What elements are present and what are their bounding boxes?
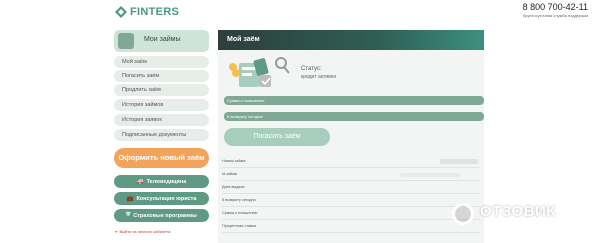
table-row: Сумма к погашению: [222, 207, 480, 220]
sidebar-item-application-history[interactable]: История заявок: [114, 114, 209, 126]
car-icon: 🚑: [136, 178, 144, 185]
sidebar-item-my-loan[interactable]: Мой заём: [114, 56, 209, 68]
shield-icon: ⛨: [126, 212, 131, 218]
telemedicine-label: Телемедицина: [146, 178, 187, 185]
logout-label: Выйти из личного кабинета: [119, 229, 171, 234]
logo-text: FINTERS: [130, 6, 180, 18]
support-phone[interactable]: 8 800 700-42-11: [523, 2, 588, 12]
loan-illustration-icon: [229, 57, 290, 87]
row-label: Дата выдачи: [222, 185, 245, 189]
lawyer-consultation-button[interactable]: 💼 Консультация юриста: [114, 192, 209, 205]
logout-link[interactable]: ⇤ Выйти из личного кабинета: [115, 229, 170, 234]
sidebar-title: Мои займы: [144, 36, 181, 43]
sidebar-item-signed-documents[interactable]: Подписанные документы: [114, 129, 209, 141]
status-value: кредит активен: [301, 74, 337, 80]
row-label: Id займа: [222, 172, 237, 176]
redacted-value: [400, 173, 460, 177]
lawyer-consultation-label: Консультация юриста: [136, 195, 197, 202]
amount-to-repay-bar: Сумма к погашению: [224, 96, 484, 105]
otzovik-watermark-icon: [452, 203, 474, 225]
status-label: Статус:: [301, 66, 322, 72]
panel-title: Мой заём: [227, 36, 260, 43]
row-label: Сумма к погашению: [222, 211, 258, 215]
finters-logo-icon: [115, 6, 127, 18]
table-row: К возврату сегодня: [222, 194, 480, 207]
row-label: Процентная ставка: [222, 224, 256, 228]
sidebar-item-extend-loan[interactable]: Продлить заём: [114, 84, 209, 96]
briefcase-icon: 💼: [126, 195, 134, 202]
new-loan-button[interactable]: Оформить новый заём: [114, 148, 209, 168]
telemedicine-button[interactable]: 🚑 Телемедицина: [114, 175, 209, 188]
sidebar-item-loan-history[interactable]: История займов: [114, 99, 209, 111]
insurance-programs-label: Страховые программы: [133, 212, 197, 219]
repay-loan-button[interactable]: Погасить заём: [224, 128, 330, 146]
finters-logo[interactable]: FINTERS: [114, 4, 179, 20]
due-today-bar: К возврату сегодня: [224, 112, 484, 121]
redacted-value: [440, 159, 478, 164]
sidebar-item-repay-loan[interactable]: Погасить заём: [114, 70, 209, 82]
row-label: К возврату сегодня: [222, 198, 256, 202]
insurance-programs-button[interactable]: ⛨ Страховые программы: [114, 209, 209, 222]
wallet-icon: [118, 33, 134, 49]
table-row: Процентная ставка: [222, 220, 480, 233]
otzovik-watermark: ОТЗОВИК: [480, 203, 556, 220]
row-label: Номер займа: [222, 159, 246, 163]
support-phone-caption: Круглосуточная служба поддержки: [523, 13, 588, 18]
table-row: Дата выдачи: [222, 181, 480, 194]
logout-icon: ⇤: [115, 229, 119, 234]
